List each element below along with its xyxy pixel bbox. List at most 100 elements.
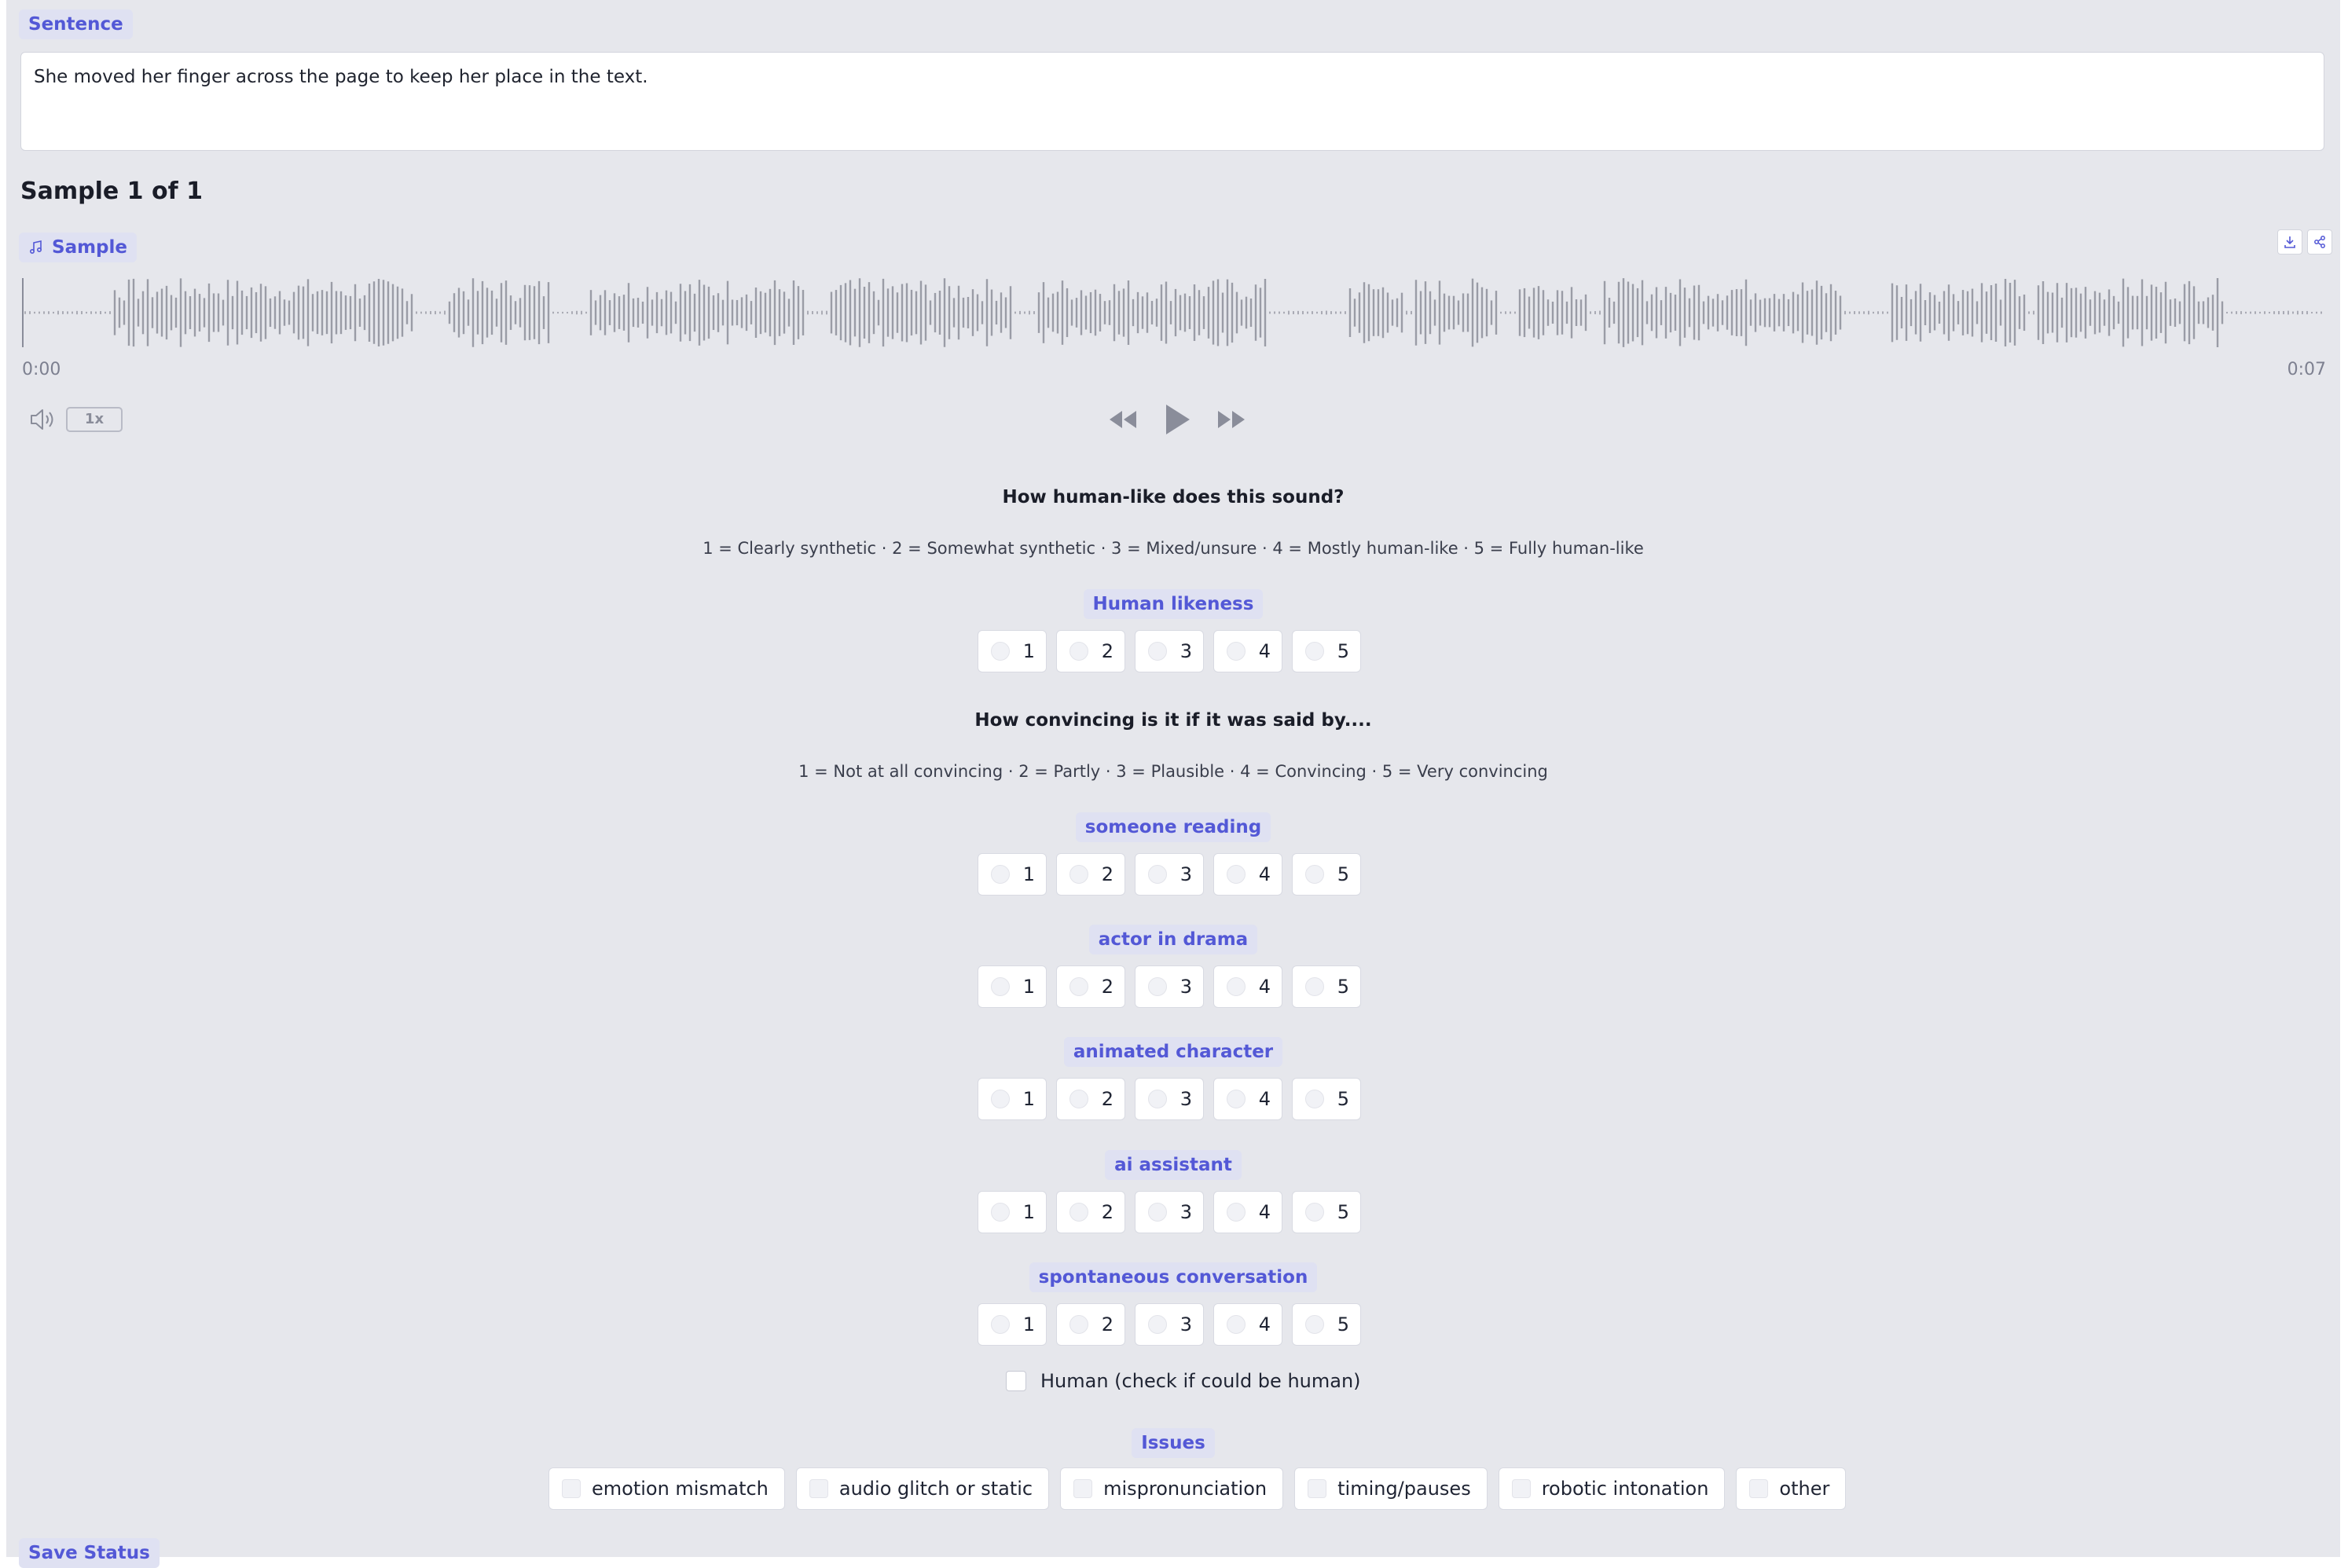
rating-option[interactable]: 3 <box>1135 1191 1204 1233</box>
issue-option-label: mispronunciation <box>1103 1478 1268 1500</box>
radio-circle-icon <box>991 977 1010 996</box>
rating-option[interactable]: 5 <box>1292 630 1361 672</box>
rating-option[interactable]: 2 <box>1056 1303 1125 1346</box>
rating-option-label: 4 <box>1258 1088 1271 1110</box>
question-scale-human-like: 1 = Clearly synthetic · 2 = Somewhat syn… <box>703 539 1644 558</box>
radio-circle-icon <box>1227 642 1246 661</box>
rating-group-human-likeness: 1 2 3 4 5 <box>978 630 1370 672</box>
human-checkbox[interactable] <box>1006 1371 1026 1391</box>
rating-option[interactable]: 4 <box>1213 630 1282 672</box>
rating-option[interactable]: 3 <box>1135 965 1204 1008</box>
dimension-label-wrap: actor in drama <box>6 925 2340 954</box>
rating-option[interactable]: 1 <box>978 965 1047 1008</box>
issue-option-timing-pauses[interactable]: timing/pauses <box>1294 1467 1488 1510</box>
dimension-label-wrap: someone reading <box>6 812 2340 842</box>
dimension-label-wrap: animated character <box>6 1037 2340 1067</box>
rating-option[interactable]: 4 <box>1213 1078 1282 1120</box>
rating-option[interactable]: 1 <box>978 1191 1047 1233</box>
rating-option[interactable]: 1 <box>978 1303 1047 1346</box>
radio-circle-icon <box>991 642 1010 661</box>
radio-circle-icon <box>1069 1090 1088 1108</box>
rating-option[interactable]: 3 <box>1135 630 1204 672</box>
rating-option[interactable]: 2 <box>1056 853 1125 896</box>
radio-circle-icon <box>1148 642 1167 661</box>
rating-option-label: 1 <box>1022 1201 1035 1223</box>
radio-circle-icon <box>1069 865 1088 884</box>
rating-option-label: 5 <box>1337 1088 1349 1110</box>
rating-option[interactable]: 4 <box>1213 965 1282 1008</box>
rating-option[interactable]: 5 <box>1292 1191 1361 1233</box>
radio-circle-icon <box>1305 865 1324 884</box>
rating-option-label: 4 <box>1258 863 1271 885</box>
rating-option-label: 1 <box>1022 976 1035 998</box>
sample-label: Sample <box>52 237 127 258</box>
radio-circle-icon <box>1069 1203 1088 1222</box>
human-checkbox-row[interactable]: Human (check if could be human) <box>1006 1370 1361 1392</box>
issue-option-other[interactable]: other <box>1736 1467 1847 1510</box>
issue-option-label: audio glitch or static <box>838 1478 1033 1500</box>
rating-option[interactable]: 3 <box>1135 853 1204 896</box>
rating-option-label: 5 <box>1337 976 1349 998</box>
dimension-label-wrap: spontaneous conversation <box>6 1262 2340 1292</box>
issues-checkbox-group: emotion mismatch audio glitch or static … <box>548 1467 1847 1510</box>
radio-circle-icon <box>1227 1090 1246 1108</box>
rating-group-animated-character: 1 2 3 4 5 <box>978 1078 1370 1120</box>
rating-group-actor-in-drama: 1 2 3 4 5 <box>978 965 1370 1008</box>
rating-option[interactable]: 5 <box>1292 853 1361 896</box>
share-icon <box>2314 236 2325 248</box>
rating-option[interactable]: 3 <box>1135 1078 1204 1120</box>
rating-option[interactable]: 5 <box>1292 1303 1361 1346</box>
rating-option[interactable]: 1 <box>978 630 1047 672</box>
rating-option[interactable]: 3 <box>1135 1303 1204 1346</box>
issue-option-emotion-mismatch[interactable]: emotion mismatch <box>548 1467 785 1510</box>
rating-option[interactable]: 4 <box>1213 1303 1282 1346</box>
play-button[interactable] <box>1161 402 1193 437</box>
fast-forward-button[interactable] <box>1216 408 1248 430</box>
rating-option[interactable]: 2 <box>1056 1191 1125 1233</box>
rating-option[interactable]: 1 <box>978 853 1047 896</box>
sentence-label: Sentence <box>19 9 133 39</box>
rating-option-label: 5 <box>1337 1313 1349 1335</box>
checkbox-icon <box>1749 1479 1769 1498</box>
music-note-icon <box>29 240 42 255</box>
issue-option-robotic-intonation[interactable]: robotic intonation <box>1498 1467 1726 1510</box>
checkbox-icon <box>1073 1479 1093 1498</box>
playback-speed-button[interactable]: 1x <box>66 407 123 432</box>
rating-option-label: 3 <box>1180 640 1192 662</box>
rating-option[interactable]: 1 <box>978 1078 1047 1120</box>
checkbox-icon <box>1308 1479 1327 1498</box>
download-button[interactable] <box>2277 229 2302 255</box>
rating-option-label: 2 <box>1101 640 1113 662</box>
issue-option-label: emotion mismatch <box>592 1478 769 1500</box>
rating-option[interactable]: 2 <box>1056 965 1125 1008</box>
radio-circle-icon <box>1227 865 1246 884</box>
volume-icon[interactable] <box>28 407 57 432</box>
rewind-button[interactable] <box>1106 408 1138 430</box>
rating-option[interactable]: 5 <box>1292 965 1361 1008</box>
rating-option[interactable]: 4 <box>1213 1191 1282 1233</box>
rating-option-label: 3 <box>1180 1201 1192 1223</box>
audio-tools <box>2277 229 2332 255</box>
radio-circle-icon <box>991 1203 1010 1222</box>
rating-option-label: 1 <box>1022 1088 1035 1110</box>
time-start: 0:00 <box>22 360 61 379</box>
rating-option[interactable]: 5 <box>1292 1078 1361 1120</box>
rating-option[interactable]: 4 <box>1213 853 1282 896</box>
audio-waveform[interactable] <box>22 275 2326 350</box>
rating-option[interactable]: 2 <box>1056 630 1125 672</box>
dimension-label-wrap: Human likeness <box>6 589 2340 619</box>
radio-circle-icon <box>1305 977 1324 996</box>
checkbox-icon <box>1511 1479 1531 1498</box>
rating-option[interactable]: 2 <box>1056 1078 1125 1120</box>
rating-group-someone-reading: 1 2 3 4 5 <box>978 853 1370 896</box>
rating-option-label: 5 <box>1337 863 1349 885</box>
issue-option-mispronunciation[interactable]: mispronunciation <box>1060 1467 1284 1510</box>
issue-option-audio-glitch[interactable]: audio glitch or static <box>795 1467 1050 1510</box>
rating-option-label: 4 <box>1258 1201 1271 1223</box>
human-checkbox-label: Human (check if could be human) <box>1040 1370 1361 1392</box>
rating-group-spontaneous-conversation: 1 2 3 4 5 <box>978 1303 1370 1346</box>
share-button[interactable] <box>2307 229 2332 255</box>
issue-option-label: other <box>1779 1478 1830 1500</box>
dimension-label-spontaneous-conversation: spontaneous conversation <box>1029 1262 1318 1292</box>
issue-option-label: robotic intonation <box>1541 1478 1709 1500</box>
